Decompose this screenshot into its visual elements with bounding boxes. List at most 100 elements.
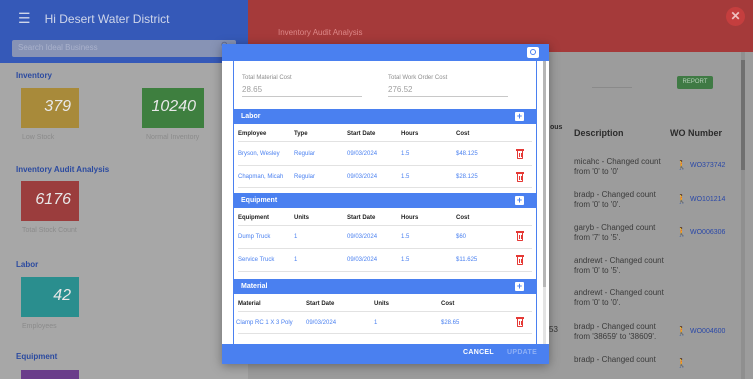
equipment-title: Equipment <box>241 197 278 204</box>
total-material-cost-label: Total Material Cost <box>242 75 292 81</box>
material-name[interactable]: Clamp RC 1 X 3 Poly <box>236 320 293 326</box>
modal-scrollbar[interactable] <box>543 61 546 344</box>
tile-caption: Low Stock <box>22 134 55 141</box>
camera-icon[interactable] <box>527 47 539 58</box>
th-hours: Hours <box>401 215 419 221</box>
worker-icon: 🚶 <box>676 194 688 204</box>
worker-icon: 🚶 <box>676 160 688 170</box>
th-hours: Hours <box>401 131 419 137</box>
labor-start[interactable]: 09/03/2024 <box>347 151 377 157</box>
equipment-cost[interactable]: $11.625 <box>456 257 477 263</box>
row-divider <box>238 187 532 188</box>
labor-start[interactable]: 09/03/2024 <box>347 174 377 180</box>
th-cost: Cost <box>441 301 455 307</box>
tile-low-stock[interactable]: 379 <box>21 88 79 128</box>
wo-link[interactable]: WO101214 <box>690 196 725 203</box>
total-work-order-cost-label: Total Work Order Cost <box>388 75 448 81</box>
labor-hours[interactable]: 1.5 <box>401 174 409 180</box>
tile-stock-count[interactable]: 6176 <box>21 181 79 221</box>
add-equipment-button[interactable]: + <box>515 196 524 205</box>
app-title: Hi Desert Water District <box>44 11 170 26</box>
row-divider <box>238 333 532 334</box>
labor-type[interactable]: Regular <box>294 174 315 180</box>
sidebar: ☰ Hi Desert Water District Search Ideal … <box>0 0 248 379</box>
equipment-start[interactable]: 09/03/2024 <box>347 234 377 240</box>
delete-icon[interactable] <box>516 255 524 265</box>
update-button[interactable]: UPDATE <box>507 349 537 356</box>
labor-employee[interactable]: Bryson, Wesley <box>238 151 280 157</box>
wo-link[interactable]: WO004600 <box>690 328 725 335</box>
th-equipment: Equipment <box>238 215 269 221</box>
tile-equipment[interactable] <box>21 370 79 379</box>
equipment-name[interactable]: Dump Truck <box>238 234 270 240</box>
sidebar-search-input[interactable]: Search Ideal Business ⚲ <box>12 40 236 57</box>
row-divider <box>238 248 532 249</box>
equipment-hours[interactable]: 1.5 <box>401 257 409 263</box>
equipment-cost[interactable]: $60 <box>456 234 466 240</box>
modal-header <box>222 44 549 61</box>
edit-work-order-modal: Total Material Cost 28.65 Total Work Ord… <box>222 44 549 364</box>
section-labor: Labor <box>16 260 39 269</box>
menu-icon[interactable]: ☰ <box>18 10 31 27</box>
total-material-cost-field[interactable]: 28.65 <box>242 85 362 97</box>
delete-icon[interactable] <box>516 231 524 241</box>
desc-row: micahc - Changed count from '0' to '0' <box>574 157 661 176</box>
material-section-header: Material + <box>234 279 536 294</box>
th-start-date: Start Date <box>347 131 376 137</box>
wo-link[interactable]: WO006306 <box>690 229 725 236</box>
equipment-hours[interactable]: 1.5 <box>401 234 409 240</box>
desc-row: andrewt - Changed count from '0' to '5'. <box>574 256 664 275</box>
tile-caption: Total Stock Count <box>22 227 77 234</box>
labor-title: Labor <box>241 113 261 120</box>
report-button[interactable]: REPORT <box>677 76 713 89</box>
labor-cost[interactable]: $48.125 <box>456 151 478 157</box>
labor-employee[interactable]: Chapman, Micah <box>238 174 283 180</box>
desc-row: bradp - Changed count from '0' to '0'. <box>574 190 656 209</box>
section-inventory: Inventory <box>16 71 53 80</box>
row-divider <box>238 165 532 166</box>
labor-hours[interactable]: 1.5 <box>401 151 409 157</box>
add-labor-button[interactable]: + <box>515 112 524 121</box>
row-divider <box>238 311 532 312</box>
sidebar-header: ☰ Hi Desert Water District <box>0 0 248 37</box>
material-cost[interactable]: $28.65 <box>441 320 459 326</box>
add-material-button[interactable]: + <box>515 282 524 291</box>
delete-icon[interactable] <box>516 172 524 182</box>
total-work-order-cost-field[interactable]: 276.52 <box>388 85 508 97</box>
equipment-units[interactable]: 1 <box>294 257 297 263</box>
partial-number: 53 <box>549 325 558 334</box>
delete-icon[interactable] <box>516 317 524 327</box>
desc-row: bradp - Changed count <box>574 355 656 364</box>
tile-employees[interactable]: 42 <box>21 277 79 317</box>
tile-caption: Normal Inventory <box>146 134 200 141</box>
labor-type[interactable]: Regular <box>294 151 315 157</box>
wo-link[interactable]: WO373742 <box>690 162 725 169</box>
worker-icon: 🚶 <box>676 358 688 368</box>
equipment-name[interactable]: Service Truck <box>238 257 274 263</box>
section-equipment: Equipment <box>16 352 58 361</box>
equipment-start[interactable]: 09/03/2024 <box>347 257 377 263</box>
tile-normal-inventory[interactable]: 10240 <box>142 88 204 128</box>
th-units: Units <box>374 301 389 307</box>
modal-body: Total Material Cost 28.65 Total Work Ord… <box>222 61 549 344</box>
material-units[interactable]: 1 <box>374 320 377 326</box>
material-title: Material <box>241 283 268 290</box>
equipment-section-header: Equipment + <box>234 193 536 208</box>
worker-icon: 🚶 <box>676 326 688 336</box>
th-material: Material <box>238 301 261 307</box>
labor-cost[interactable]: $28.125 <box>456 174 478 180</box>
cancel-button[interactable]: CANCEL <box>463 349 494 356</box>
divider <box>592 87 632 88</box>
desc-row: andrewt - Changed count from '0' to '0'. <box>574 288 664 307</box>
th-units: Units <box>294 215 309 221</box>
labor-section-header: Labor + <box>234 109 536 124</box>
equipment-units[interactable]: 1 <box>294 234 297 240</box>
page-scrollbar-thumb[interactable] <box>741 60 745 170</box>
modal-scrollbar-thumb[interactable] <box>543 61 546 287</box>
material-start[interactable]: 09/03/2024 <box>306 320 336 326</box>
section-audit: Inventory Audit Analysis <box>16 165 110 174</box>
col-wo-number: WO Number <box>670 128 723 138</box>
modal-footer: CANCEL UPDATE <box>222 344 549 364</box>
close-icon[interactable]: ✕ <box>726 7 745 26</box>
delete-icon[interactable] <box>516 149 524 159</box>
